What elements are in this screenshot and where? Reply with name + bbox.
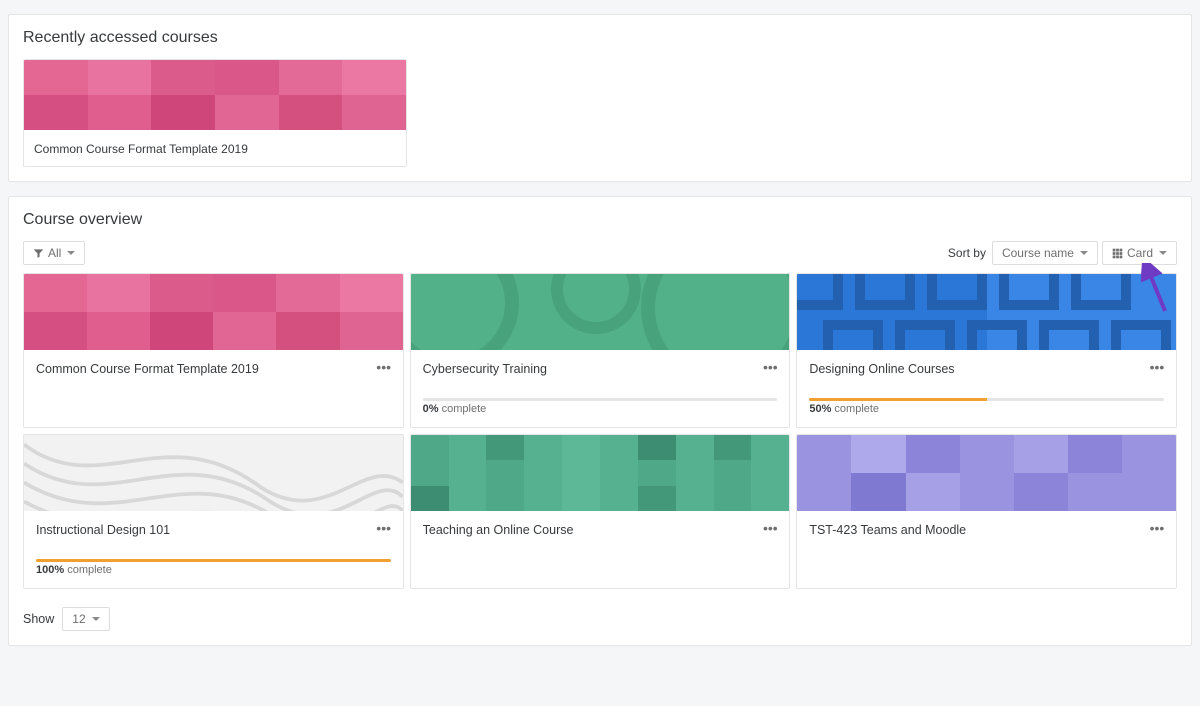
caret-down-icon (92, 617, 100, 621)
course-overview-heading: Course overview (23, 211, 1177, 229)
progress-bar (809, 398, 1164, 401)
show-count-value: 12 (72, 613, 85, 625)
filter-label: All (48, 247, 61, 259)
course-overview-panel: Course overview All Sort by Course name (8, 196, 1192, 646)
progress-bar (423, 398, 778, 401)
course-title[interactable]: Common Course Format Template 2019 (36, 362, 391, 376)
course-card[interactable]: ••• Cybersecurity Training 0% complete (410, 273, 791, 428)
recently-accessed-heading: Recently accessed courses (23, 29, 1177, 47)
show-count-dropdown[interactable]: 12 (62, 607, 109, 631)
course-card[interactable]: ••• Teaching an Online Course (410, 434, 791, 589)
course-progress: 0% complete (423, 398, 778, 415)
filter-dropdown[interactable]: All (23, 241, 85, 265)
course-actions-button[interactable]: ••• (761, 358, 779, 376)
course-thumbnail (797, 274, 1176, 350)
course-title[interactable]: Instructional Design 101 (36, 523, 391, 537)
caret-down-icon (1080, 251, 1088, 255)
progress-text: 100% complete (36, 564, 391, 576)
show-label: Show (23, 612, 54, 626)
course-actions-button[interactable]: ••• (375, 358, 393, 376)
view-mode-dropdown[interactable]: Card (1102, 241, 1177, 265)
course-title[interactable]: Designing Online Courses (809, 362, 1164, 376)
progress-bar (36, 559, 391, 562)
sort-value: Course name (1002, 247, 1074, 259)
course-progress: 50% complete (809, 398, 1164, 415)
show-row: Show 12 (23, 607, 1177, 631)
overview-toolbar: All Sort by Course name Card (23, 241, 1177, 265)
course-thumbnail (411, 435, 790, 511)
course-thumbnail (24, 274, 403, 350)
caret-down-icon (1159, 251, 1167, 255)
grid-icon (1112, 248, 1123, 259)
course-card[interactable]: ••• Designing Online Courses 50% complet… (796, 273, 1177, 428)
course-actions-button[interactable]: ••• (375, 519, 393, 537)
progress-text: 50% complete (809, 403, 1164, 415)
sort-dropdown[interactable]: Course name (992, 241, 1098, 265)
course-card[interactable]: ••• Instructional Design 101 100% comple… (23, 434, 404, 589)
course-thumbnail (797, 435, 1176, 511)
sort-by-label: Sort by (948, 246, 986, 260)
course-progress: 100% complete (36, 559, 391, 576)
view-mode-value: Card (1127, 247, 1153, 259)
course-thumbnail (24, 60, 406, 130)
recently-accessed-panel: Recently accessed courses Common Course … (8, 14, 1192, 182)
course-grid: ••• Common Course Format Template 2019 •… (23, 273, 1177, 589)
course-title[interactable]: TST-423 Teams and Moodle (809, 523, 1164, 537)
caret-down-icon (67, 251, 75, 255)
progress-text: 0% complete (423, 403, 778, 415)
course-thumbnail (411, 274, 790, 350)
course-actions-button[interactable]: ••• (1148, 519, 1166, 537)
filter-icon (33, 248, 44, 259)
recent-course-title[interactable]: Common Course Format Template 2019 (24, 130, 406, 166)
course-card[interactable]: ••• TST-423 Teams and Moodle (796, 434, 1177, 589)
course-card[interactable]: ••• Common Course Format Template 2019 (23, 273, 404, 428)
course-title[interactable]: Teaching an Online Course (423, 523, 778, 537)
course-title[interactable]: Cybersecurity Training (423, 362, 778, 376)
course-actions-button[interactable]: ••• (761, 519, 779, 537)
course-thumbnail (24, 435, 403, 511)
course-actions-button[interactable]: ••• (1148, 358, 1166, 376)
recent-course-card[interactable]: Common Course Format Template 2019 (23, 59, 407, 167)
